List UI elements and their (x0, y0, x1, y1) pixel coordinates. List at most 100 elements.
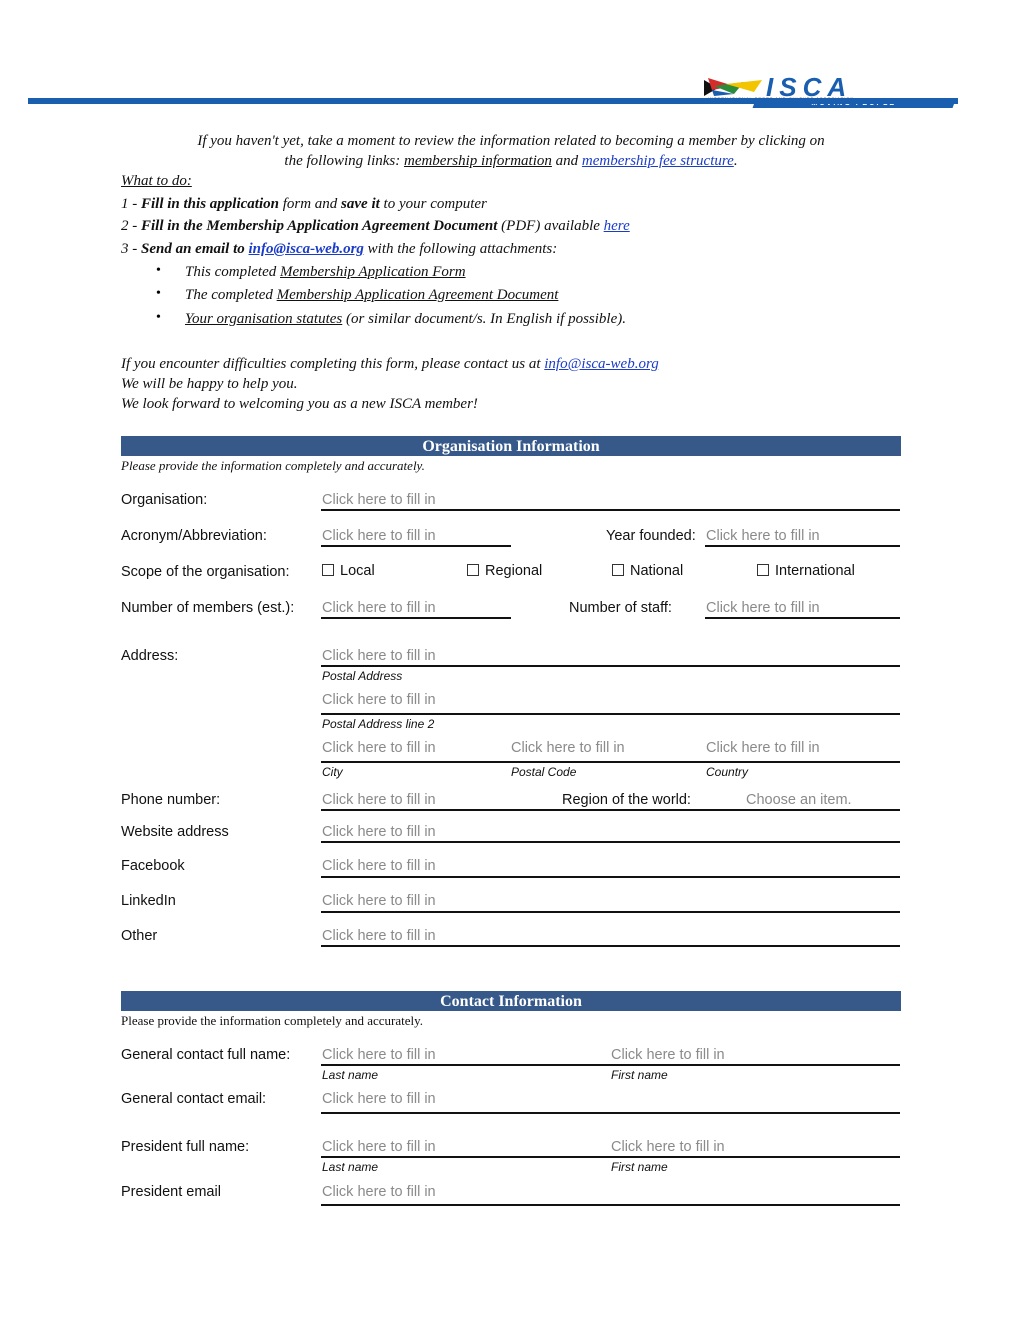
step-1-number: 1 - (121, 196, 141, 212)
help-text: If you encounter difficulties completing… (121, 356, 545, 372)
bullet-icon: • (156, 286, 161, 301)
facebook-underline (321, 876, 900, 878)
general-contact-name-underline (321, 1064, 900, 1066)
country-caption: Country (706, 765, 749, 779)
postal-address-caption: Postal Address (322, 669, 403, 683)
staff-underline (705, 617, 900, 619)
checkbox-icon (467, 564, 479, 576)
agreement-pdf-link[interactable]: here (604, 218, 630, 234)
contact-section-header: Contact Information (121, 991, 901, 1011)
step-1-end: to your computer (379, 196, 487, 212)
scope-label: Scope of the organisation: (121, 564, 290, 580)
scope-international-label: International (775, 563, 855, 579)
president-email-label: President email (121, 1184, 221, 1200)
attachment-item: This completed Membership Application Fo… (185, 262, 466, 282)
address-label: Address: (121, 648, 179, 664)
first-name-caption: First name (611, 1160, 668, 1174)
general-contact-last-name-input[interactable]: Click here to fill in (322, 1047, 436, 1063)
facebook-input[interactable]: Click here to fill in (322, 858, 436, 874)
intro-and: and (551, 153, 582, 169)
attachment-item: Your organisation statutes (or similar d… (185, 309, 626, 329)
membership-fee-structure-link[interactable]: membership fee structure (582, 153, 734, 169)
general-contact-email-label: General contact email: (121, 1091, 267, 1107)
phone-input[interactable]: Click here to fill in (322, 792, 436, 808)
country-input[interactable]: Click here to fill in (706, 740, 820, 756)
year-founded-underline (705, 545, 900, 547)
region-dropdown[interactable]: Choose an item. (746, 792, 852, 808)
step-1: 1 - Fill in this application form and sa… (121, 194, 901, 214)
website-input[interactable]: Click here to fill in (322, 824, 436, 840)
intro-line-2-prefix: the following links: (284, 153, 404, 169)
members-input[interactable]: Click here to fill in (322, 600, 436, 616)
header-rule (28, 98, 958, 104)
postal-address-2-caption: Postal Address line 2 (322, 717, 435, 731)
postal-address-input[interactable]: Click here to fill in (322, 648, 436, 664)
welcome-line: We look forward to welcoming you as a ne… (121, 396, 478, 412)
president-first-name-input[interactable]: Click here to fill in (611, 1139, 725, 1155)
president-name-label: President full name: (121, 1139, 250, 1155)
organisation-label: Organisation: (121, 492, 208, 508)
other-input[interactable]: Click here to fill in (322, 928, 436, 944)
website-underline (321, 841, 900, 843)
acronym-underline (321, 545, 511, 547)
attachment-suffix: (or similar document/s. In English if po… (342, 311, 627, 327)
organisation-section-header: Organisation Information (121, 436, 901, 456)
general-contact-email-input[interactable]: Click here to fill in (322, 1091, 436, 1107)
facebook-label: Facebook (121, 858, 185, 874)
staff-label: Number of staff: (569, 600, 672, 616)
organisation-underline (321, 509, 900, 511)
scope-regional-checkbox[interactable]: Regional (467, 563, 542, 579)
step-2-number: 2 - (121, 218, 141, 234)
step-3-end: with the following attachments: (363, 241, 558, 257)
last-name-caption: Last name (322, 1160, 379, 1174)
linkedin-input[interactable]: Click here to fill in (322, 893, 436, 909)
president-email-input[interactable]: Click here to fill in (322, 1184, 436, 1200)
president-last-name-input[interactable]: Click here to fill in (322, 1139, 436, 1155)
staff-input[interactable]: Click here to fill in (706, 600, 820, 616)
linkedin-label: LinkedIn (121, 893, 176, 909)
president-name-underline (321, 1156, 900, 1158)
what-to-do-text: What to do: (121, 173, 192, 189)
intro-period: . (733, 153, 738, 169)
help-line: If you encounter difficulties completing… (121, 354, 901, 374)
other-underline (321, 945, 900, 947)
happy-line: We will be happy to help you. (121, 376, 298, 392)
checkbox-icon (757, 564, 769, 576)
attachment-name: Membership Application Form (280, 264, 466, 280)
scope-international-checkbox[interactable]: International (757, 563, 855, 579)
region-label: Region of the world: (562, 792, 691, 808)
last-name-caption: Last name (322, 1068, 379, 1082)
general-contact-first-name-input[interactable]: Click here to fill in (611, 1047, 725, 1063)
contact-section-note: Please provide the information completel… (121, 1013, 424, 1028)
scope-national-checkbox[interactable]: National (612, 563, 683, 579)
step-3: 3 - Send an email to info@isca-web.org w… (121, 239, 901, 259)
acronym-label: Acronym/Abbreviation: (121, 528, 267, 544)
city-input[interactable]: Click here to fill in (322, 740, 436, 756)
email-link[interactable]: info@isca-web.org (249, 241, 364, 257)
scope-national-label: National (630, 563, 684, 579)
step-3-bold: Send an email to (141, 241, 249, 257)
postal-code-input[interactable]: Click here to fill in (511, 740, 625, 756)
help-email-link[interactable]: info@isca-web.org (544, 356, 659, 372)
postal-address-underline (321, 665, 900, 667)
intro-paragraph: If you haven't yet, take a moment to rev… (121, 131, 901, 171)
attachment-name: Membership Application Agreement Documen… (276, 287, 559, 303)
year-founded-input[interactable]: Click here to fill in (706, 528, 820, 544)
acronym-input[interactable]: Click here to fill in (322, 528, 436, 544)
general-contact-name-label: General contact full name: (121, 1047, 291, 1063)
step-2: 2 - Fill in the Membership Application A… (121, 216, 901, 236)
attachment-name: Your organisation statutes (185, 311, 343, 327)
checkbox-icon (322, 564, 334, 576)
general-contact-email-underline (321, 1112, 900, 1114)
intro-line-1: If you haven't yet, take a moment to rev… (197, 133, 825, 149)
membership-information-link[interactable]: membership information (404, 153, 552, 169)
scope-local-checkbox[interactable]: Local (322, 563, 375, 579)
what-to-do-heading: What to do: (121, 171, 901, 191)
first-name-caption: First name (611, 1068, 668, 1082)
postal-address-2-input[interactable]: Click here to fill in (322, 692, 436, 708)
step-1-bold-2: save it (341, 196, 380, 212)
organisation-input[interactable]: Click here to fill in (322, 492, 436, 508)
city-caption: City (322, 765, 343, 779)
scope-local-label: Local (340, 563, 375, 579)
phone-row-underline (321, 809, 900, 811)
